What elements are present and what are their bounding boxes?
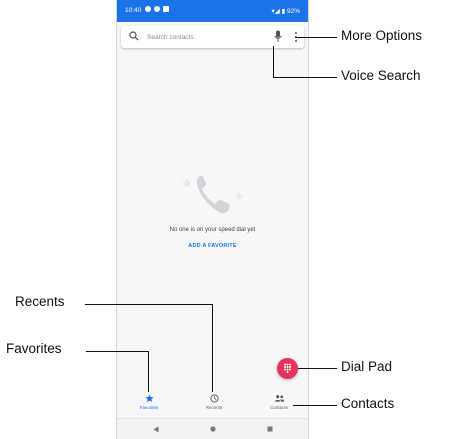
- speed-dial-empty-illustration-icon: [181, 176, 244, 214]
- microphone-icon[interactable]: [274, 30, 282, 43]
- notification-icons: [145, 6, 169, 12]
- status-indicators: ▾◢ ▮ 92%: [271, 8, 300, 15]
- status-bar: 10:40 ▾◢ ▮ 92%: [117, 0, 308, 22]
- tab-contacts[interactable]: Contacts: [254, 394, 304, 410]
- callout-contacts: Contacts: [341, 396, 395, 411]
- empty-state-message: No one is on your speed dial yet: [169, 227, 256, 233]
- callout-line-favorites: [86, 351, 149, 353]
- notification-square-icon: [163, 6, 169, 12]
- callout-line-recents-vertical: [212, 304, 214, 392]
- callout-line-contacts: [293, 405, 337, 407]
- back-icon[interactable]: [153, 426, 159, 433]
- system-navigation-bar: [117, 418, 308, 439]
- callout-recents: Recents: [15, 294, 65, 309]
- add-favorite-link[interactable]: ADD A FAVORITE: [117, 243, 308, 249]
- callout-favorites: Favorites: [6, 341, 62, 356]
- dialpad-icon: [284, 363, 291, 373]
- callout-dial-pad: Dial Pad: [341, 359, 393, 374]
- home-icon[interactable]: [210, 426, 216, 432]
- tab-favorites[interactable]: Favorites: [124, 394, 174, 410]
- search-icon[interactable]: [129, 31, 139, 41]
- callout-line-voice-search: [273, 77, 337, 79]
- notification-dot-icon: [154, 6, 160, 12]
- clock-icon: [209, 394, 219, 403]
- bottom-navigation: Favorites Recents Contacts: [117, 389, 308, 417]
- recent-apps-icon[interactable]: [267, 426, 273, 432]
- status-time: 10:40: [125, 7, 142, 14]
- callout-line-voice-search-vertical: [273, 46, 275, 77]
- callout-more-options: More Options: [341, 28, 423, 43]
- tab-recents-label: Recents: [205, 405, 223, 410]
- callout-line-recents: [85, 304, 213, 306]
- search-bar[interactable]: [121, 26, 304, 48]
- callout-line-more-options: [295, 37, 337, 39]
- callout-line-dial-pad: [298, 368, 337, 370]
- star-icon: [144, 394, 154, 403]
- callout-voice-search: Voice Search: [341, 68, 421, 83]
- callout-line-favorites-vertical: [148, 351, 150, 392]
- people-icon: [274, 395, 284, 402]
- tab-favorites-label: Favorites: [139, 405, 159, 410]
- dial-pad-button[interactable]: [277, 358, 298, 379]
- tab-recents[interactable]: Recents: [189, 394, 239, 410]
- notification-dot-icon: [145, 6, 151, 12]
- search-input[interactable]: [147, 31, 267, 43]
